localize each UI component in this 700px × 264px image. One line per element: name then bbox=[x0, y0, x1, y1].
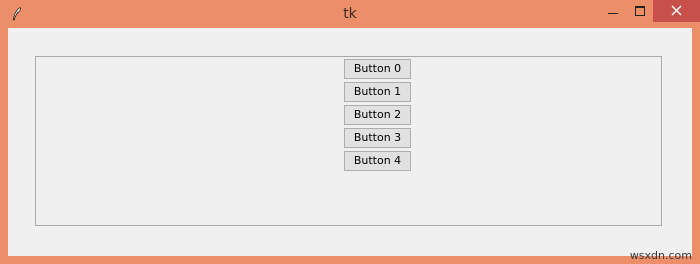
window-title: tk bbox=[343, 6, 357, 22]
watermark: wsxdn.com bbox=[629, 249, 692, 262]
button-1[interactable]: Button 1 bbox=[344, 82, 411, 102]
button-0[interactable]: Button 0 bbox=[344, 59, 411, 79]
app-window: tk Button 0 Button 1 Button 2 Button 3 B… bbox=[0, 0, 700, 264]
maximize-button[interactable] bbox=[627, 0, 653, 22]
client-area: Button 0 Button 1 Button 2 Button 3 Butt… bbox=[8, 28, 692, 256]
button-4[interactable]: Button 4 bbox=[344, 151, 411, 171]
maximize-icon bbox=[635, 6, 645, 16]
close-icon bbox=[671, 5, 682, 16]
minimize-button[interactable] bbox=[599, 0, 627, 22]
button-2[interactable]: Button 2 bbox=[344, 105, 411, 125]
close-button[interactable] bbox=[653, 0, 700, 22]
button-3[interactable]: Button 3 bbox=[344, 128, 411, 148]
title-bar[interactable]: tk bbox=[0, 0, 700, 28]
minimize-icon bbox=[608, 13, 618, 14]
button-frame: Button 0 Button 1 Button 2 Button 3 Butt… bbox=[35, 56, 662, 226]
